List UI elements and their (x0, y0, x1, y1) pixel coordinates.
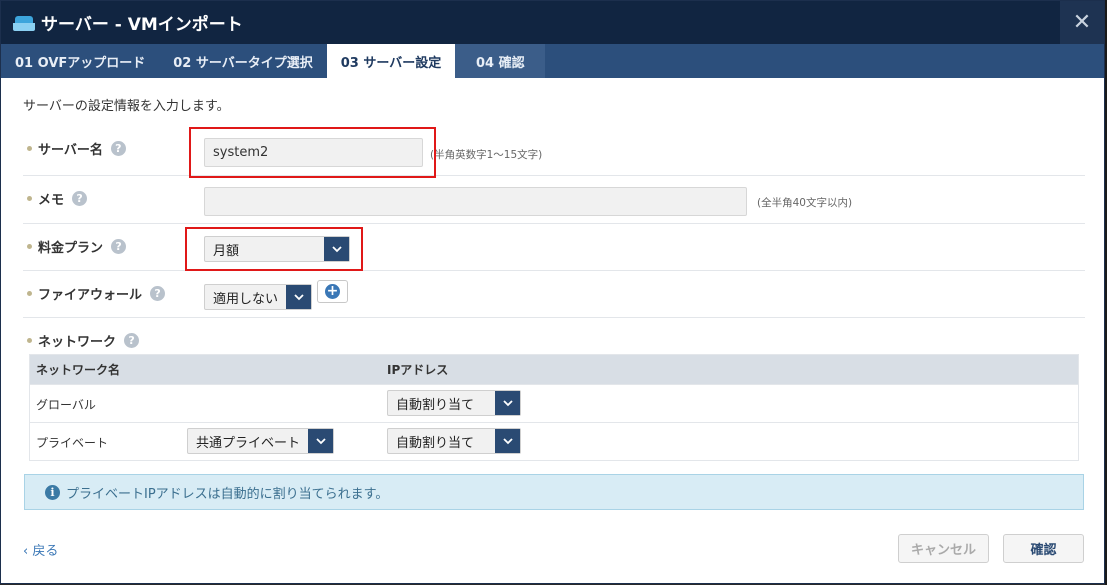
info-icon: i (45, 484, 60, 500)
info-message: プライベートIPアドレスは自動的に割り当てられます。 (66, 486, 389, 502)
step-tabs: 01 OVFアップロード 02 サーバータイプ選択 03 サーバー設定 04 確… (1, 44, 1104, 78)
network-table-header: ネットワーク名 IPアドレス (30, 355, 1078, 384)
chevron-down-icon (286, 285, 311, 309)
private-network-select[interactable]: 共通プライベート (187, 428, 334, 454)
network-label: ネットワーク ? (27, 331, 140, 350)
server-icon (13, 15, 35, 31)
table-row: プライベート 共通プライベート 自動割り当て (30, 422, 1078, 460)
server-name-label: サーバー名 ? (27, 139, 126, 158)
tab-bar-fill (545, 44, 1103, 78)
tab-server-settings[interactable]: 03 サーバー設定 (326, 44, 456, 78)
vm-import-dialog: サーバー - VMインポート ✕ 01 OVFアップロード 02 サーバータイプ… (0, 0, 1105, 584)
chevron-down-icon (495, 429, 520, 453)
close-button[interactable]: ✕ (1060, 1, 1104, 44)
server-name-hint: (半角英数字1～15文字) (430, 149, 543, 161)
network-table: ネットワーク名 IPアドレス グローバル 自動割り当て プライベート 共通プライ… (29, 354, 1079, 461)
info-message-box: i プライベートIPアドレスは自動的に割り当てられます。 (24, 474, 1084, 510)
tab-ovf-upload[interactable]: 01 OVFアップロード (1, 44, 159, 78)
network-name: プライベート (36, 436, 109, 450)
plan-row: 料金プラン ? 月額 (23, 224, 1085, 271)
chevron-down-icon (495, 391, 520, 415)
memo-label: メモ ? (27, 189, 88, 208)
column-ip-address: IPアドレス (387, 363, 449, 377)
server-name-row: サーバー名 ? system2 (半角英数字1～15文字) (23, 126, 1085, 176)
tab-confirm[interactable]: 04 確認 (455, 44, 546, 78)
tab-server-type[interactable]: 02 サーバータイプ選択 (159, 44, 327, 78)
back-link[interactable]: ‹ 戻る (23, 540, 58, 559)
help-icon[interactable]: ? (124, 333, 140, 348)
memo-input[interactable] (204, 187, 747, 216)
title-bar: サーバー - VMインポート ✕ (1, 1, 1104, 44)
chevron-down-icon (308, 429, 333, 453)
cancel-button[interactable]: キャンセル (898, 534, 989, 563)
bullet-icon (27, 291, 32, 296)
help-icon[interactable]: ? (111, 239, 127, 254)
memo-hint: (全半角40文字以内) (757, 197, 853, 209)
ip-select-global[interactable]: 自動割り当て (387, 390, 521, 416)
close-icon: ✕ (1072, 10, 1092, 35)
firewall-select[interactable]: 適用しない (204, 284, 312, 310)
help-icon[interactable]: ? (110, 141, 126, 156)
memo-row: メモ ? (全半角40文字以内) (23, 176, 1085, 224)
help-icon[interactable]: ? (72, 191, 88, 206)
network-name: グローバル (36, 398, 96, 412)
firewall-row: ファイアウォール ? 適用しない + (23, 271, 1085, 318)
bullet-icon (27, 196, 32, 201)
firewall-label: ファイアウォール ? (27, 284, 166, 303)
add-firewall-button[interactable]: + (317, 280, 348, 303)
ip-select-private[interactable]: 自動割り当て (387, 428, 521, 454)
column-network-name: ネットワーク名 (36, 363, 121, 377)
bullet-icon (27, 244, 32, 249)
confirm-button[interactable]: 確認 (1003, 534, 1084, 563)
bullet-icon (27, 146, 32, 151)
highlight-box (189, 127, 436, 178)
dialog-title: サーバー - VMインポート (41, 15, 243, 35)
bullet-icon (27, 338, 32, 343)
chevron-left-icon: ‹ (23, 544, 29, 559)
table-row: グローバル 自動割り当て (30, 384, 1078, 422)
intro-text: サーバーの設定情報を入力します。 (23, 99, 230, 114)
help-icon[interactable]: ? (150, 286, 166, 301)
plus-icon: + (325, 283, 340, 299)
highlight-box (185, 227, 363, 271)
plan-label: 料金プラン ? (27, 237, 127, 256)
